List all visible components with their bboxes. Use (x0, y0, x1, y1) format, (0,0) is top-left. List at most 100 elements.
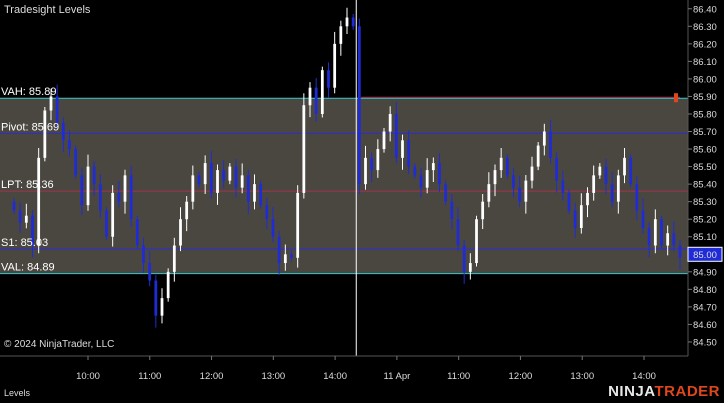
candle-body (586, 192, 589, 206)
candle-body (290, 254, 293, 258)
candle-body (345, 17, 349, 27)
x-tick-label: 11:00 (447, 371, 470, 382)
candle-body (505, 157, 509, 176)
candle-body (320, 70, 324, 114)
candle-body (154, 280, 158, 316)
candle-body (672, 233, 676, 246)
candle-body (462, 245, 466, 272)
y-tick-label: 85.70 (693, 127, 717, 138)
candle-body (148, 263, 152, 281)
candle-body (370, 157, 374, 171)
candle-body (629, 157, 633, 185)
candle-body (314, 87, 318, 114)
candle-body (197, 175, 201, 185)
y-tick-label: 86.00 (693, 74, 717, 85)
copyright-notice: © 2024 NinjaTrader, LLC (4, 339, 115, 350)
candle-body (172, 245, 176, 272)
candle-body (425, 170, 429, 188)
level-label-pivot: Pivot: 85.69 (1, 121, 59, 133)
candle-body (678, 245, 682, 258)
candle-body (555, 157, 559, 181)
x-tick-label: 11:00 (138, 371, 161, 382)
candle-body (567, 192, 571, 211)
y-tick-label: 84.70 (693, 302, 717, 313)
candle-body (240, 175, 244, 188)
y-tick-label: 85.50 (693, 162, 717, 173)
y-tick-label: 84.80 (693, 285, 717, 296)
candle-body (573, 210, 577, 228)
candle-body (524, 180, 528, 202)
candle-body (598, 166, 602, 176)
candle-body (271, 219, 275, 237)
candle-body (123, 175, 127, 202)
x-tick-label: 14:00 (323, 371, 347, 382)
candle-body (444, 184, 448, 202)
candle-body (388, 113, 392, 132)
candle-body (647, 227, 651, 246)
candle-body (308, 87, 312, 106)
candle-body (86, 166, 90, 206)
x-tick-label: 14:00 (632, 371, 656, 382)
value-area-band (0, 98, 688, 274)
candle-body (18, 210, 22, 223)
candle-body (394, 113, 398, 158)
candle-body (456, 219, 460, 246)
candle-body (481, 201, 485, 220)
candle-body (468, 263, 472, 272)
candle-body (549, 131, 552, 158)
indicator-tab-levels[interactable]: Levels (4, 388, 30, 398)
candle-body (259, 184, 263, 206)
candle-body (327, 70, 330, 88)
candle-body (493, 170, 497, 185)
candle-body (160, 298, 164, 316)
candle-body (604, 166, 608, 185)
candle-body (401, 140, 404, 158)
level-marker-icon (674, 93, 678, 103)
y-tick-label: 85.90 (693, 92, 717, 103)
candle-body (135, 219, 139, 246)
y-tick-label: 85.20 (693, 215, 717, 226)
candle-body (283, 254, 287, 264)
candle-body (413, 166, 417, 176)
candle-body (203, 163, 207, 185)
y-tick-label: 84.90 (693, 267, 717, 278)
candle-body (616, 175, 620, 202)
level-label-vah: VAH: 85.89 (1, 86, 56, 98)
candle-body (43, 110, 47, 158)
candle-body (185, 201, 189, 220)
candle-body (438, 163, 441, 185)
candle-body (234, 166, 238, 188)
y-tick-label: 86.20 (693, 39, 717, 50)
candle-body (357, 26, 361, 185)
candle-body (265, 205, 269, 220)
candle-body (475, 219, 478, 264)
ninjatrader-logo: NINJATRADER (608, 383, 720, 400)
candle-body (302, 105, 306, 193)
candle-body (660, 219, 663, 246)
candle-body (431, 163, 435, 171)
candle-body (179, 219, 182, 246)
candle-body (561, 180, 565, 193)
candle-body (542, 131, 546, 146)
candle-body (61, 122, 65, 141)
candle-body (222, 170, 226, 181)
x-tick-label: 12:00 (509, 371, 533, 382)
candle-body (653, 219, 657, 246)
candle-body (12, 201, 16, 211)
y-tick-label: 85.60 (693, 145, 717, 156)
candle-body (105, 210, 108, 237)
candle-body (339, 26, 343, 44)
candle-body (419, 175, 423, 188)
brand-text-trader: TRADER (654, 383, 720, 400)
candle-body (610, 184, 614, 202)
candle-body (333, 43, 337, 88)
candle-body (592, 175, 596, 193)
candle-body (296, 192, 300, 258)
y-tick-label: 86.40 (693, 4, 717, 15)
x-tick-label: 10:00 (76, 371, 100, 382)
candle-body (487, 184, 491, 202)
candle-body (499, 157, 503, 171)
candle-body (635, 184, 639, 211)
candle-body (216, 170, 219, 193)
x-tick-label: 13:00 (570, 371, 594, 382)
